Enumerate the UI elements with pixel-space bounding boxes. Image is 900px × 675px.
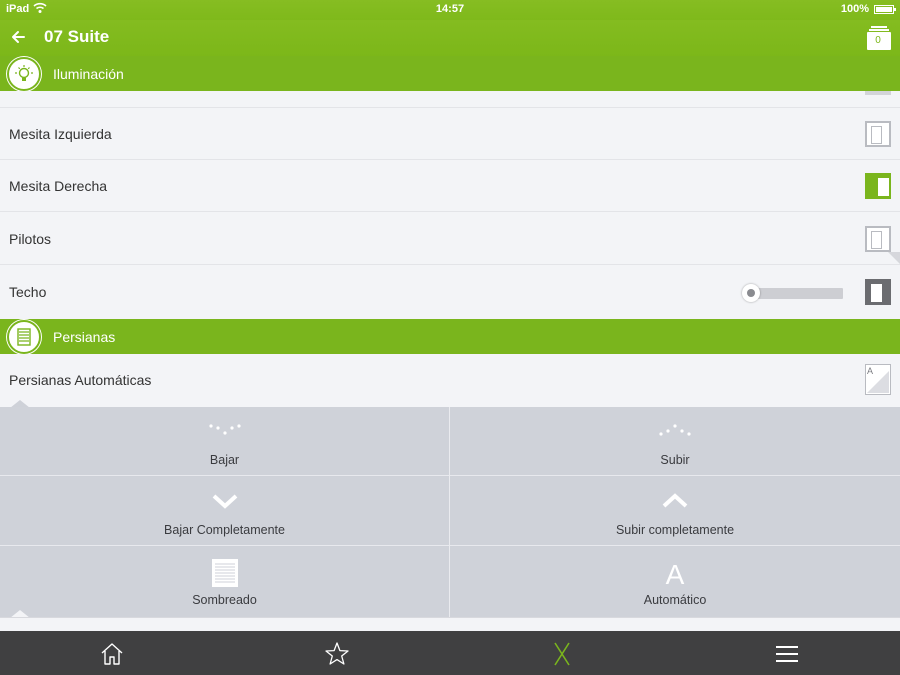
status-time: 14:57 <box>435 3 465 15</box>
action-label: Subir <box>660 453 690 467</box>
cart-count: 0 <box>869 34 887 47</box>
toggle-switch[interactable] <box>865 121 891 147</box>
subir-button[interactable]: Subir <box>450 407 900 476</box>
section-label-blinds: Persianas <box>53 329 116 345</box>
section-label-lighting: Iluminación <box>53 66 124 82</box>
lightbulb-icon <box>7 57 41 91</box>
cart-button[interactable]: 0 <box>866 25 892 51</box>
svg-text:A: A <box>867 366 873 376</box>
blind-shade-icon <box>211 558 239 593</box>
letter-a-icon: A <box>665 559 685 590</box>
row-label: Persianas Automáticas <box>9 372 152 388</box>
list-item-persianas-automaticas[interactable]: Persianas Automáticas A <box>0 354 900 407</box>
automatico-button[interactable]: A Automático <box>450 547 900 617</box>
action-label: Automático <box>643 593 707 607</box>
list-item-pilotos: Pilotos <box>0 213 900 265</box>
action-label: Sombreado <box>192 593 257 607</box>
back-arrow-icon[interactable] <box>8 25 30 49</box>
chevron-up-icon <box>660 491 690 516</box>
row-label: Mesita Derecha <box>9 178 108 194</box>
list-item-techo: Techo <box>0 266 900 319</box>
dimmer-slider-thumb[interactable] <box>742 284 760 302</box>
row-label: Pilotos <box>9 231 52 247</box>
toggle-switch[interactable] <box>865 279 891 305</box>
section-header-blinds[interactable]: Persianas <box>0 319 900 366</box>
page-title: 07 Suite <box>44 27 110 46</box>
toggle-switch[interactable] <box>865 226 891 252</box>
action-label: Bajar <box>209 453 240 467</box>
toggle-switch-partial[interactable] <box>865 91 891 95</box>
menu-icon[interactable] <box>774 641 800 667</box>
subir-completamente-button[interactable]: Subir completamente <box>450 477 900 546</box>
toggle-switch[interactable] <box>865 173 891 199</box>
tab-bar <box>0 631 900 675</box>
blinds-icon <box>7 320 41 354</box>
star-icon[interactable] <box>324 641 350 667</box>
action-label: Bajar Completamente <box>164 523 285 537</box>
panel-divider <box>449 407 450 617</box>
section-header-lighting[interactable]: Iluminación <box>0 56 900 91</box>
sombreado-button[interactable]: Sombreado <box>0 547 449 617</box>
chevron-down-icon <box>210 491 240 516</box>
row-label: Techo <box>9 284 47 300</box>
dots-up-icon <box>658 421 692 446</box>
battery-icon <box>874 5 896 14</box>
bajar-completamente-button[interactable]: Bajar Completamente <box>0 477 449 546</box>
list-item-mesita-izquierda: Mesita Izquierda <box>0 108 900 160</box>
list-item-mesita-derecha: Mesita Derecha <box>0 160 900 212</box>
battery-percent: 100% <box>840 3 869 15</box>
status-bar: iPad 14:57 100% <box>0 0 900 20</box>
home-icon[interactable] <box>99 641 125 667</box>
dots-down-icon <box>208 421 242 446</box>
corner-fold-icon <box>888 252 900 264</box>
auto-mode-icon[interactable]: A <box>865 364 891 395</box>
action-label: Subir completamente <box>615 523 735 537</box>
row-label: Mesita Izquierda <box>9 126 112 142</box>
dimmer-slider-track[interactable] <box>750 288 843 299</box>
nav-bar: 07 Suite 0 <box>0 20 900 57</box>
blind-actions-panel: Bajar Subir Bajar Completamente Subir co… <box>0 400 900 618</box>
list-item <box>0 91 900 108</box>
x-logo-icon[interactable] <box>549 641 575 667</box>
bajar-button[interactable]: Bajar <box>0 407 449 476</box>
scroll-strip <box>0 617 900 631</box>
